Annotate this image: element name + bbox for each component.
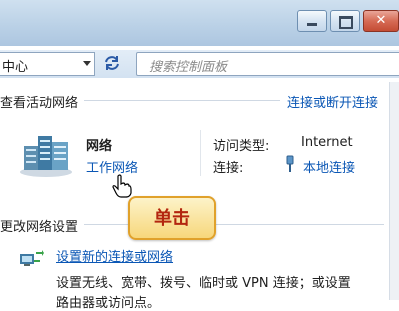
connections-label: 连接: xyxy=(213,161,244,176)
network-icon xyxy=(18,130,74,178)
access-type-value: Internet xyxy=(301,135,353,150)
local-connection-link[interactable]: 本地连接 xyxy=(303,157,355,176)
search-placeholder: 搜索控制面板 xyxy=(149,60,228,75)
vertical-divider xyxy=(200,130,201,176)
close-button[interactable]: ✕ xyxy=(363,10,399,32)
minimize-button[interactable] xyxy=(297,10,327,32)
close-icon: ✕ xyxy=(375,13,387,28)
click-annotation-text: 单击 xyxy=(154,208,190,229)
setup-connection-icon xyxy=(18,248,44,270)
access-type-label: 访问类型: xyxy=(213,139,270,154)
section-divider xyxy=(84,100,280,101)
minimize-icon xyxy=(307,23,317,26)
local-connection-icon xyxy=(284,155,296,173)
network-name: 网络 xyxy=(86,139,113,154)
vertical-scrollbar[interactable] xyxy=(389,82,399,300)
window-titlebar: ✕ xyxy=(0,0,399,46)
caption-buttons: ✕ xyxy=(294,10,399,32)
search-input[interactable]: 搜索控制面板 xyxy=(136,52,399,76)
main-content: 查看活动网络 连接或断开连接 网络 工作网络 访问类型: Internet 连接… xyxy=(0,82,399,311)
connect-disconnect-link[interactable]: 连接或断开连接 xyxy=(287,92,378,111)
change-settings-title: 更改网络设置 xyxy=(0,220,79,235)
active-networks-title: 查看活动网络 xyxy=(0,96,79,111)
address-path: 中心 xyxy=(2,60,29,75)
hand-cursor-icon xyxy=(112,174,132,198)
address-box[interactable]: 中心 xyxy=(0,52,95,76)
click-annotation: 单击 xyxy=(128,196,216,240)
maximize-button[interactable] xyxy=(330,10,360,32)
address-dropdown-icon[interactable] xyxy=(83,61,91,66)
setup-connection-link[interactable]: 设置新的连接或网络 xyxy=(56,246,173,265)
maximize-icon xyxy=(339,16,353,29)
refresh-icon[interactable] xyxy=(102,53,122,73)
setup-connection-description: 设置无线、宽带、拨号、临时或 VPN 连接；或设置 xyxy=(56,276,351,291)
address-toolbar: 中心 搜索控制面板 xyxy=(0,50,399,78)
setup-connection-description-2: 路由器或访问点。 xyxy=(56,296,161,311)
